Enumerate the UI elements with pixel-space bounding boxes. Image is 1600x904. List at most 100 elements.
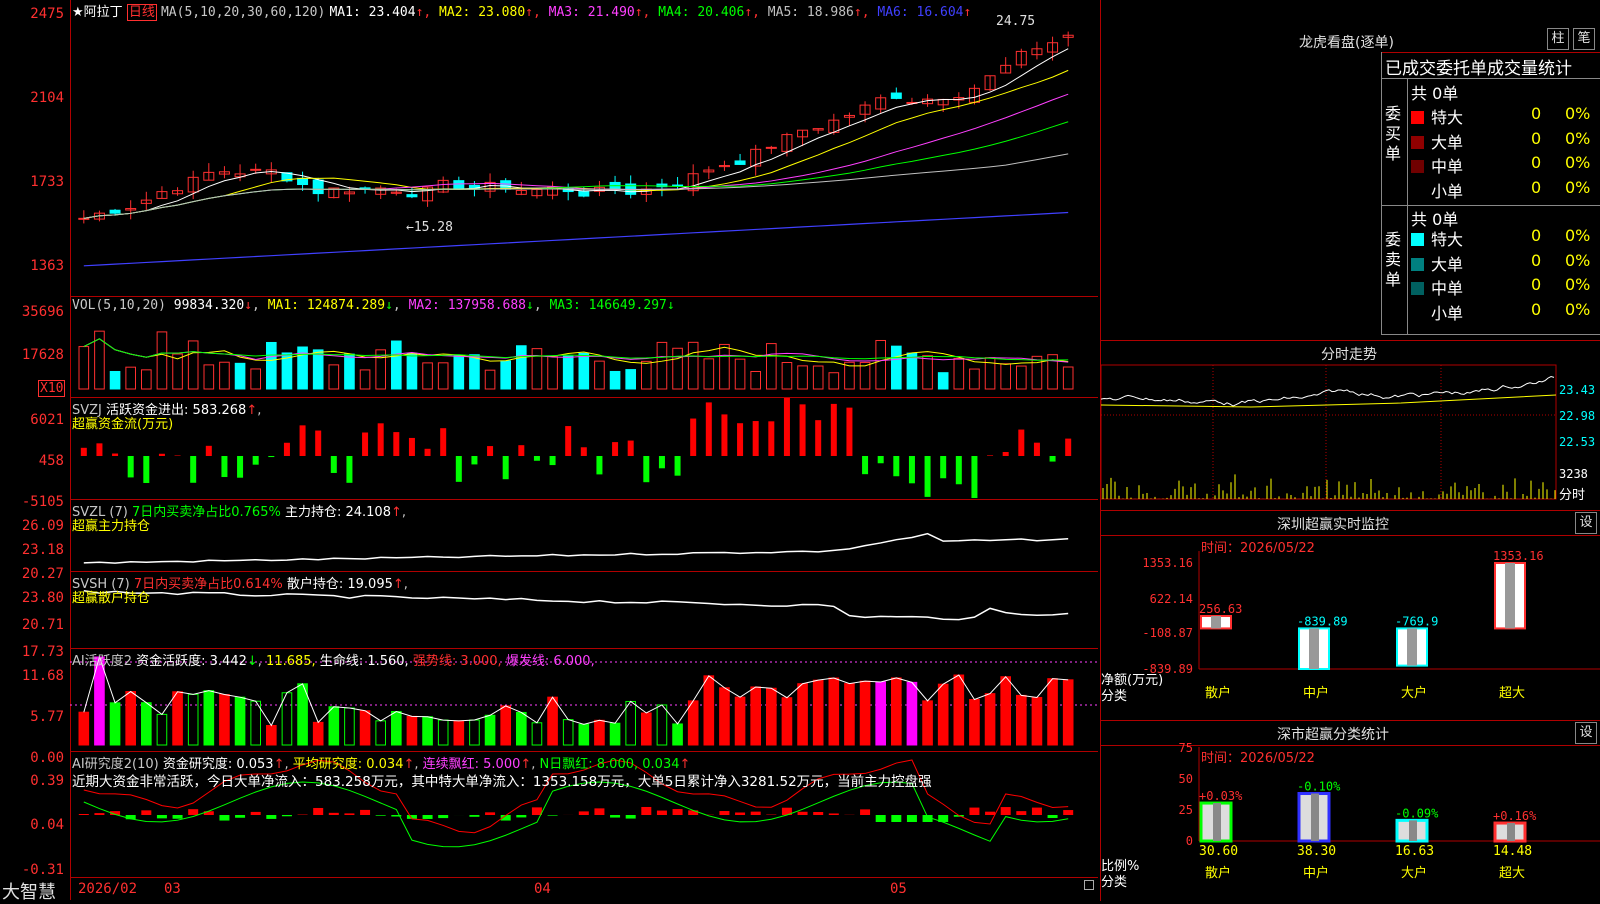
svsh-panel[interactable]: SVSH (7) 7日内买卖净占比0.614% 散户持仓: 19.095↑, 超…	[70, 571, 1098, 648]
color-swatch	[1411, 111, 1424, 124]
research-bar	[485, 812, 495, 815]
volume-bar	[735, 359, 745, 389]
ratio-bar-shade	[1213, 803, 1221, 841]
volume-panel[interactable]: VOL(5,10,20) 99834.320↓, MA1: 124874.289…	[70, 296, 1098, 397]
flow-bar	[768, 421, 774, 456]
bar-value-label: 1353.16	[1493, 549, 1544, 563]
ratio-value-label: 30.60	[1199, 844, 1238, 859]
volume-bar	[235, 363, 245, 389]
candle-body	[79, 218, 89, 219]
net-bar-shade	[1505, 563, 1515, 628]
price-panel[interactable]: ★阿拉丁 日线 MA(5,10,20,30,60,120) MA1: 23.40…	[70, 0, 1098, 300]
research-bar	[141, 810, 151, 815]
ratio-value-label: 14.48	[1493, 844, 1532, 859]
activity-bar	[267, 726, 277, 745]
activity-bar	[1048, 679, 1058, 745]
ma-value-1: MA1: 23.404	[329, 5, 415, 20]
order-row: 特大00%	[1411, 226, 1600, 250]
research-bar	[641, 807, 651, 815]
order-count: 0	[1531, 178, 1541, 197]
activity-bar	[204, 691, 214, 745]
flow-bar	[1050, 456, 1056, 462]
flow-bar	[331, 456, 337, 473]
flow-bar	[206, 446, 212, 456]
flow-bar	[706, 402, 712, 456]
intraday-price: 22.98	[1559, 409, 1595, 423]
svsh-axis-label: 23.80	[22, 590, 64, 606]
volume-bar	[360, 370, 370, 389]
ai-activity-panel[interactable]: AI活跃度2 资金活跃度: 3.442↓, 11.685, 生命线: 1.560…	[70, 648, 1098, 751]
volume-bar	[767, 344, 777, 389]
lhb-tabs[interactable]: 已成交委托单成交量统计	[1385, 54, 1572, 79]
volume-bar	[110, 372, 120, 389]
ma-line	[84, 49, 1068, 219]
color-swatch	[1411, 160, 1424, 173]
period-selector[interactable]: 日线	[127, 4, 157, 21]
volume-bar	[251, 369, 261, 389]
research-bar	[969, 808, 979, 815]
research-bar	[376, 815, 386, 816]
volume-bar	[798, 366, 808, 389]
ai-research-panel[interactable]: AI研究度2(10) 资金研究度: 0.053↑, 平均研究度: 0.034↑,…	[70, 751, 1098, 878]
ratio-bar-shade	[1409, 820, 1417, 841]
star-icon[interactable]: ★	[72, 5, 84, 20]
y-tick-label: 50	[1179, 772, 1193, 786]
sz-monitor-panel[interactable]: 深圳超赢实时监控 设 时间：2026/05/22 1353.16622.14-1…	[1100, 510, 1600, 721]
volume-bar	[673, 348, 683, 389]
svzj-panel[interactable]: SVZJ 活跃资金进出: 583.268↑, 超赢资金流(万元)	[70, 397, 1098, 499]
sz-class-panel[interactable]: 深市超赢分类统计 设 时间：2026/05/22 7550250+0.03%30…	[1100, 720, 1600, 901]
ai1-axis-label: 0.00	[30, 750, 64, 766]
research-bar	[360, 810, 370, 815]
flow-bar	[675, 456, 681, 476]
flow-bar	[753, 421, 759, 456]
order-row: 特大00%	[1411, 104, 1600, 128]
activity-bar	[438, 720, 448, 745]
volume-bar	[470, 355, 480, 389]
net-bar-shade	[1211, 616, 1221, 628]
ratio-bar-shade	[1507, 823, 1515, 841]
svsh-axis-label: 20.71	[22, 617, 64, 633]
candle-body	[579, 191, 589, 196]
date-label: 2026/02	[78, 881, 137, 897]
order-count: 0	[1531, 153, 1541, 172]
activity-bar	[407, 716, 417, 745]
volume-bar	[720, 344, 730, 389]
tick-mode-button[interactable]: 笔	[1573, 28, 1595, 50]
holding-line	[84, 534, 1068, 563]
activity-bar	[751, 687, 761, 745]
volume-bar	[407, 353, 417, 389]
date-label: 05	[890, 881, 907, 897]
order-count: 0	[1531, 275, 1541, 294]
research-bar	[657, 811, 667, 815]
ai2-axis-label: 0.39	[30, 773, 64, 789]
intraday-panel[interactable]: 分时走势 23.43 22.98 22.53 3238 分时	[1100, 340, 1600, 511]
low-marker: ←15.28	[406, 220, 453, 235]
research-bar	[579, 811, 589, 815]
vol-axis-label: 17628	[22, 347, 64, 363]
volume-bar	[813, 366, 823, 389]
intraday-avg-line	[1101, 395, 1556, 407]
sz-monitor-unit2: 分类	[1101, 685, 1127, 704]
volume-bar	[392, 341, 402, 389]
svzl-panel[interactable]: SVZL (7) 7日内买卖净占比0.765% 主力持仓: 24.108↑, 超…	[70, 499, 1098, 571]
bar-mode-button[interactable]: 柱	[1547, 28, 1569, 50]
ma-line	[84, 154, 1068, 218]
order-count: 0	[1531, 251, 1541, 270]
activity-bar	[767, 688, 777, 745]
volume-bar	[157, 332, 167, 389]
stock-name: 阿拉丁	[84, 5, 123, 20]
volume-header: VOL(5,10,20) 99834.320↓, MA1: 124874.289…	[72, 298, 675, 313]
order-pct: 0%	[1565, 251, 1590, 270]
volume-bar	[313, 350, 323, 389]
svzj-axis-label: 6021	[30, 412, 64, 428]
scroll-lock-icon[interactable]	[1084, 880, 1094, 890]
order-count: 0	[1531, 300, 1541, 319]
research-bar	[204, 811, 214, 815]
lhb-panel[interactable]: 龙虎看盘(逐单) 柱 笔 已成交委托单成交量统计 委买单 委卖单 共 0单 共 …	[1100, 0, 1600, 340]
lhb-title: 龙虎看盘(逐单)	[1299, 32, 1394, 52]
volume-bar	[438, 363, 448, 389]
price-axis-label: 1363	[30, 258, 64, 274]
activity-bar	[345, 708, 355, 745]
color-swatch	[1411, 307, 1424, 320]
flow-bar	[346, 456, 352, 483]
